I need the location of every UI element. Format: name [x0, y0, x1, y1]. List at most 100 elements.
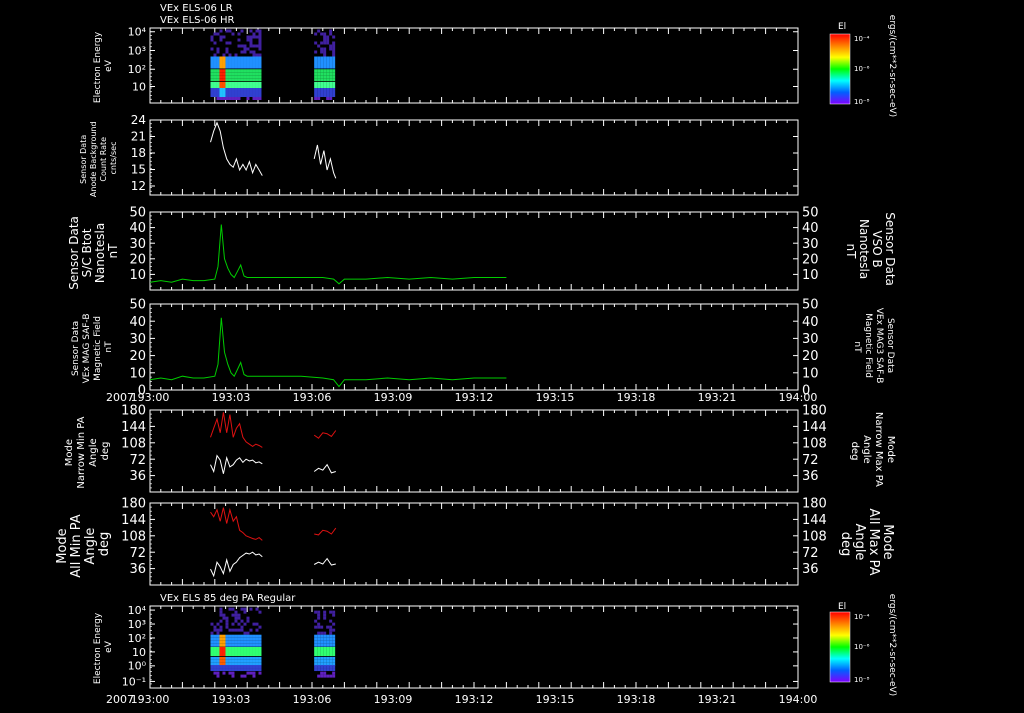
p7-heat-cell — [332, 674, 336, 678]
p7-heat-cell — [246, 671, 250, 675]
p1-heat-cell — [320, 50, 324, 54]
bottom-axis-xtick-label: 193:15 — [536, 693, 575, 706]
p7-heat-cell — [314, 656, 318, 660]
p1-heat-cell — [210, 65, 214, 69]
colorbar-1 — [829, 33, 851, 105]
p1-heat-cell — [249, 62, 253, 66]
p7-heat-cell — [317, 631, 321, 635]
p1-heat-cell — [332, 78, 336, 82]
p1-heat-cell — [237, 97, 241, 100]
p4-ytick-label: 20 — [129, 349, 146, 364]
p7-heat-cell — [216, 647, 220, 650]
p7-heat-cell — [228, 668, 232, 672]
p7-heat-cell — [240, 637, 244, 641]
p1-heat-cell — [314, 88, 318, 91]
p7-heat-cell — [320, 674, 324, 678]
p7-heat-cell — [243, 665, 247, 669]
p7-heat-cell — [246, 653, 250, 656]
p7-heat-cell — [255, 659, 259, 663]
p7-heat-cell — [252, 622, 256, 626]
p1-heat-cell — [329, 47, 333, 51]
p1-heat-cell — [234, 75, 238, 79]
p7-heat-cell — [252, 647, 256, 650]
p1-heat-cell — [231, 94, 235, 97]
p1-heat-cell — [210, 78, 214, 82]
p1-heat-cell — [323, 91, 327, 94]
p7-heat-cell — [210, 634, 214, 638]
p1-heat-cell — [323, 85, 327, 88]
p7-heat-cell — [222, 656, 226, 660]
p1-heat-cell — [228, 59, 232, 63]
p1-heat-cell — [314, 94, 318, 97]
p7-heat-cell — [216, 656, 220, 660]
p1-heat-cell — [237, 38, 241, 42]
p1-heat-cell — [320, 65, 324, 69]
p1-heat-cell — [222, 62, 226, 66]
p7-heat-cell — [222, 665, 226, 669]
p1-heat-cell — [249, 35, 253, 39]
p7-heat-cell — [317, 616, 321, 620]
p7-heat-cell — [252, 674, 256, 678]
p1-heat-cell — [317, 88, 321, 91]
p1-heat-cell — [249, 78, 253, 82]
colorbar-1-tick-low: 10⁻⁸ — [854, 98, 870, 106]
p7-heat-cell — [231, 622, 235, 626]
p7-ytick-label: 10⁰ — [128, 660, 147, 673]
p1-heat-cell — [210, 47, 214, 51]
p2-ytick-label: 18 — [131, 146, 146, 160]
p7-heat-cell — [326, 668, 330, 672]
p7-heat-cell — [222, 659, 226, 663]
p1-heat-cell — [231, 91, 235, 94]
p7-heat-cell — [210, 665, 214, 669]
p1-heat-cell — [326, 88, 330, 91]
p7-heat-cell — [210, 656, 214, 660]
p1-heat-cell — [255, 88, 259, 91]
p1-heat-cell — [246, 56, 250, 60]
p1-heat-cell — [216, 75, 220, 79]
p1-heat-cell — [332, 56, 336, 60]
p7-heat-cell — [225, 622, 229, 626]
p1-heat-cell — [237, 85, 241, 88]
p7-heat-cell — [258, 656, 262, 660]
p7-heat-cell — [249, 607, 253, 611]
p1-heat-cell — [317, 97, 321, 100]
p7-heat-cell — [320, 656, 324, 660]
p1-heat-cell — [255, 35, 259, 39]
p1-heat-cell — [213, 32, 217, 36]
p7-heat-cell — [249, 628, 253, 632]
p1-heat-cell — [258, 65, 262, 69]
p7-heat-cell — [326, 650, 330, 653]
p7-heat-cell — [228, 637, 232, 641]
p1-heat-cell — [320, 88, 324, 91]
p7-heat-cell — [210, 668, 214, 672]
p7-heat-cell — [323, 610, 327, 614]
p7-heat-cell — [216, 640, 220, 644]
p7-heat-cell — [210, 647, 214, 650]
p7-heat-cell — [317, 643, 321, 647]
p7-heat-cell — [320, 650, 324, 653]
p7-heat-cell — [216, 665, 220, 669]
p7-heat-cell — [249, 653, 253, 656]
p7-heat-cell — [255, 665, 259, 669]
p7-heat-cell — [255, 622, 259, 626]
p1-heat-cell — [252, 53, 256, 57]
p1-heat-cell — [243, 69, 247, 73]
p7-heat-cell — [237, 640, 241, 644]
p7-heat-cell — [231, 628, 235, 632]
p7-heat-cell — [237, 665, 241, 669]
p6-ytick-label: 72 — [129, 546, 146, 561]
p1-heat-cell — [323, 94, 327, 97]
p1-heat-cell — [258, 41, 262, 45]
p7-heat-cell — [219, 656, 223, 660]
p7-ytick-label: 10³ — [128, 618, 146, 631]
p7-heat-cell — [240, 656, 244, 660]
p1-heat-cell — [210, 75, 214, 79]
p1-heat-cell — [222, 94, 226, 97]
p7-heat-cell — [332, 650, 336, 653]
p7-heat-cell — [225, 665, 229, 669]
p7-heat-cell — [320, 631, 324, 635]
p1-heat-cell — [246, 72, 250, 76]
p1-heat-cell — [237, 72, 241, 76]
p1-heat-cell — [219, 72, 223, 76]
p7-heat-cell — [237, 647, 241, 650]
